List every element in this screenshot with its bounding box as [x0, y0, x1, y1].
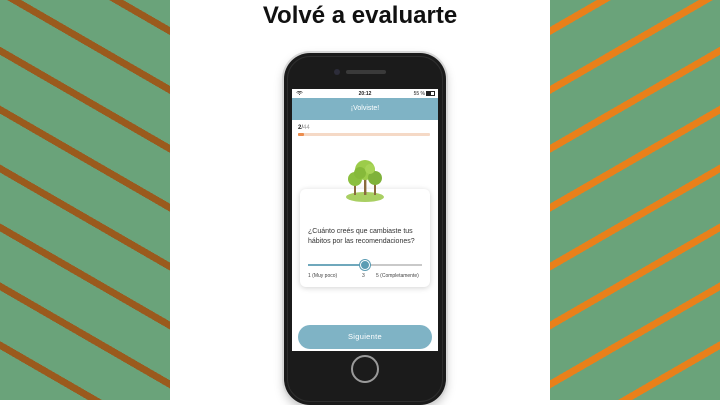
app-screen: 20:12 55 % ¡Volviste! 2/44 ¿Cuánto creés…	[292, 89, 438, 351]
front-camera	[334, 69, 340, 75]
rating-slider-fill	[308, 264, 365, 266]
phone-speaker	[346, 70, 386, 74]
question-card: ¿Cuánto creés que cambiaste tus hábitos …	[300, 189, 430, 287]
question-text: ¿Cuánto creés que cambiaste tus hábitos …	[308, 228, 415, 245]
next-button[interactable]: Siguiente	[298, 325, 432, 349]
app-bar-title: ¡Volviste!	[292, 98, 438, 120]
battery-percent: 55 %	[413, 91, 425, 97]
progress-counter: 2/44	[298, 125, 310, 131]
progress-bar	[298, 133, 430, 136]
progress-bar-fill	[298, 133, 304, 136]
trees-illustration	[346, 160, 384, 202]
right-stripe-decoration	[550, 0, 720, 400]
progress-total: 44	[303, 125, 310, 131]
rating-slider-thumb[interactable]	[360, 260, 370, 270]
status-bar: 20:12 55 %	[292, 89, 438, 98]
slider-min-label: 1 (Muy poco)	[308, 273, 338, 279]
slider-mid-label: 3	[362, 273, 365, 279]
left-stripe-decoration	[0, 0, 170, 400]
battery-indicator: 55 %	[414, 91, 435, 97]
page-headline: Volvé a evaluarte	[262, 2, 458, 29]
slider-max-label: 5 (Completamente)	[376, 273, 419, 279]
battery-icon	[426, 91, 435, 97]
home-button[interactable]	[351, 355, 379, 383]
phone-mockup: 20:12 55 % ¡Volviste! 2/44 ¿Cuánto creés…	[284, 53, 446, 405]
